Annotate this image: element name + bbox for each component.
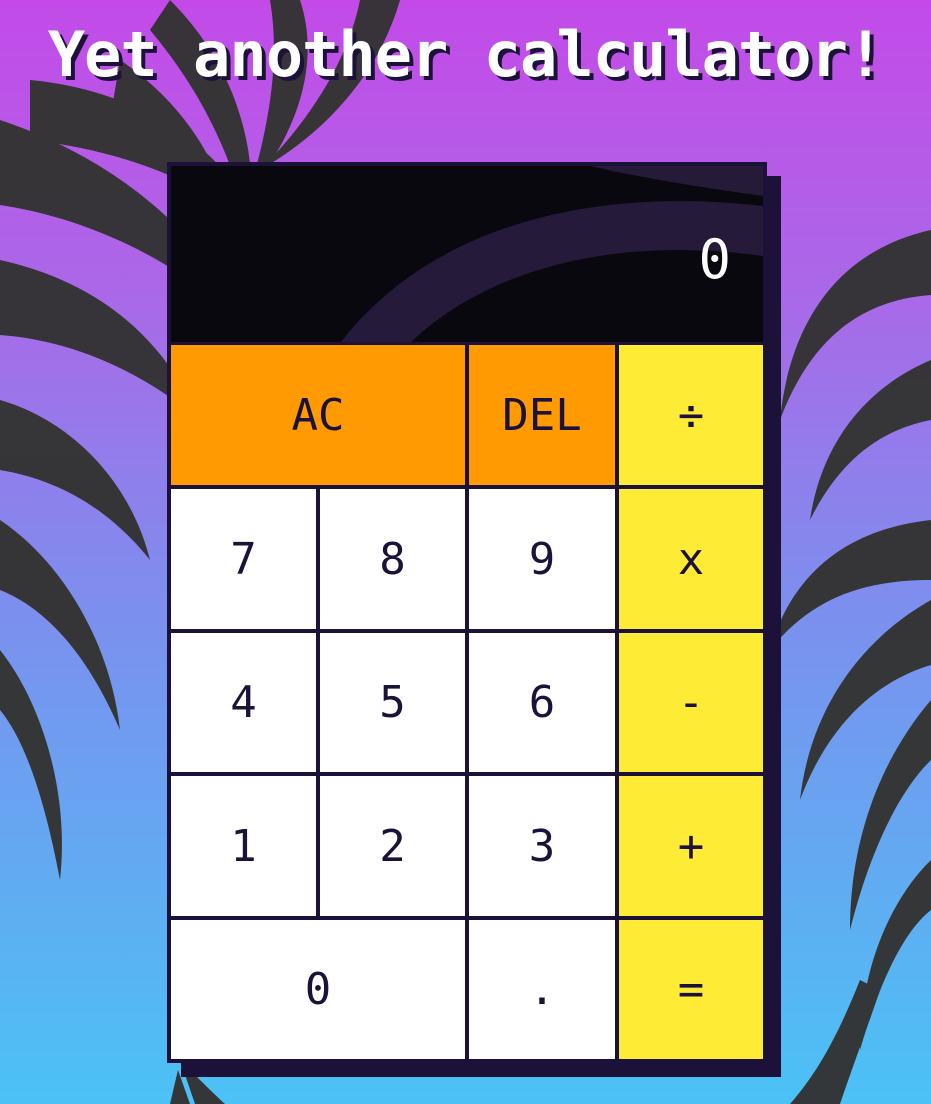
add-button[interactable]: + xyxy=(619,776,763,916)
multiply-button[interactable]: x xyxy=(619,489,763,629)
nine-button[interactable]: 9 xyxy=(469,489,615,629)
four-button[interactable]: 4 xyxy=(171,633,316,772)
seven-button[interactable]: 7 xyxy=(171,489,316,629)
equals-button[interactable]: = xyxy=(619,920,763,1059)
five-button[interactable]: 5 xyxy=(320,633,465,772)
three-button[interactable]: 3 xyxy=(469,776,615,916)
zero-button[interactable]: 0 xyxy=(171,920,465,1059)
eight-button[interactable]: 8 xyxy=(320,489,465,629)
one-button[interactable]: 1 xyxy=(171,776,316,916)
display-panel: 0 xyxy=(171,166,763,342)
decimal-button[interactable]: . xyxy=(469,920,615,1059)
palm-leaf-reflection xyxy=(341,166,763,342)
all-clear-button[interactable]: AC xyxy=(171,345,465,485)
divide-button[interactable]: ÷ xyxy=(619,345,763,485)
page-title: Yet another calculator! xyxy=(47,18,885,91)
delete-button[interactable]: DEL xyxy=(469,345,615,485)
two-button[interactable]: 2 xyxy=(320,776,465,916)
display-value: 0 xyxy=(698,228,731,291)
six-button[interactable]: 6 xyxy=(469,633,615,772)
calculator: 0 AC DEL ÷ 7 8 9 x 4 5 6 - 1 2 3 + 0 . = xyxy=(167,162,767,1063)
subtract-button[interactable]: - xyxy=(619,633,763,772)
